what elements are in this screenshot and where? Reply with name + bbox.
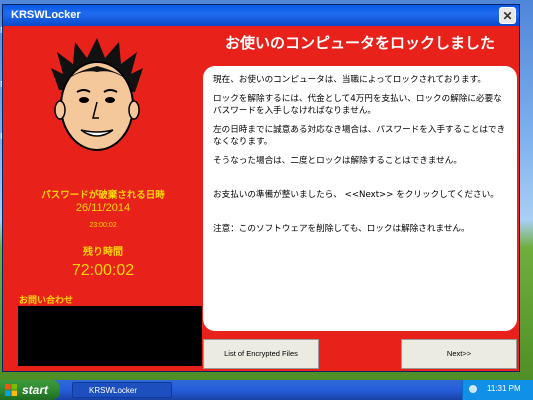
deadline-date: 26/11/2014 (75, 202, 131, 214)
contact-label: お問い合わせ (19, 295, 74, 305)
message-paragraph: 左の日時までに誠意ある対応なき場合は、パスワードを入手することはできなくなります… (213, 125, 506, 147)
window-title: KRSWLocker (11, 9, 81, 21)
system-tray: 11:31 PM (462, 380, 533, 400)
title-bar[interactable]: KRSWLocker ✕ (3, 5, 519, 26)
clock: 11:31 PM (487, 384, 521, 393)
redacted-contact-box (18, 306, 202, 366)
message-paragraph: 現在、お使いのコンピュータは、当職によってロックされております。 (213, 75, 486, 85)
taskbar-item-label: KRSWLocker (89, 386, 138, 395)
speaker-icon[interactable] (469, 385, 477, 393)
countdown-timer: 72:00:02 (71, 262, 135, 279)
close-button[interactable]: ✕ (499, 7, 516, 24)
taskbar-item-krswlocker[interactable]: KRSWLocker (72, 382, 172, 398)
deadline-label: パスワードが破棄される日時 (41, 190, 165, 201)
message-paragraph: お支払いの準備が整いましたら、 <<Next>> をクリックしてください。 (213, 190, 499, 200)
next-button[interactable]: Next>> (401, 339, 517, 369)
remaining-label: 残り時間 (83, 247, 123, 258)
start-label: start (22, 383, 49, 397)
message-paragraph: そうなった場合は、二度とロックは解除することはできません。 (213, 156, 462, 166)
list-encrypted-files-button[interactable]: List of Encrypted Files (203, 339, 319, 369)
start-button[interactable]: start (0, 380, 60, 400)
message-paragraph: 注意：このソフトウェアを削除しても、ロックは解除されません。 (213, 224, 470, 234)
message-paragraph: ロックを解除するには、代金として4万円を支払い、ロックの解除に必要なパスワードを… (213, 94, 502, 116)
page-title: お使いのコンピュータをロックしました (224, 34, 495, 52)
windows-logo-icon (5, 384, 17, 396)
cartoon-face-icon (51, 38, 143, 151)
message-box: 現在、お使いのコンピュータは、当職によってロックされております。 ロックを解除す… (203, 66, 517, 331)
taskbar: start KRSWLocker 11:31 PM (0, 380, 533, 400)
deadline-time: 23:00:02 (89, 222, 117, 229)
